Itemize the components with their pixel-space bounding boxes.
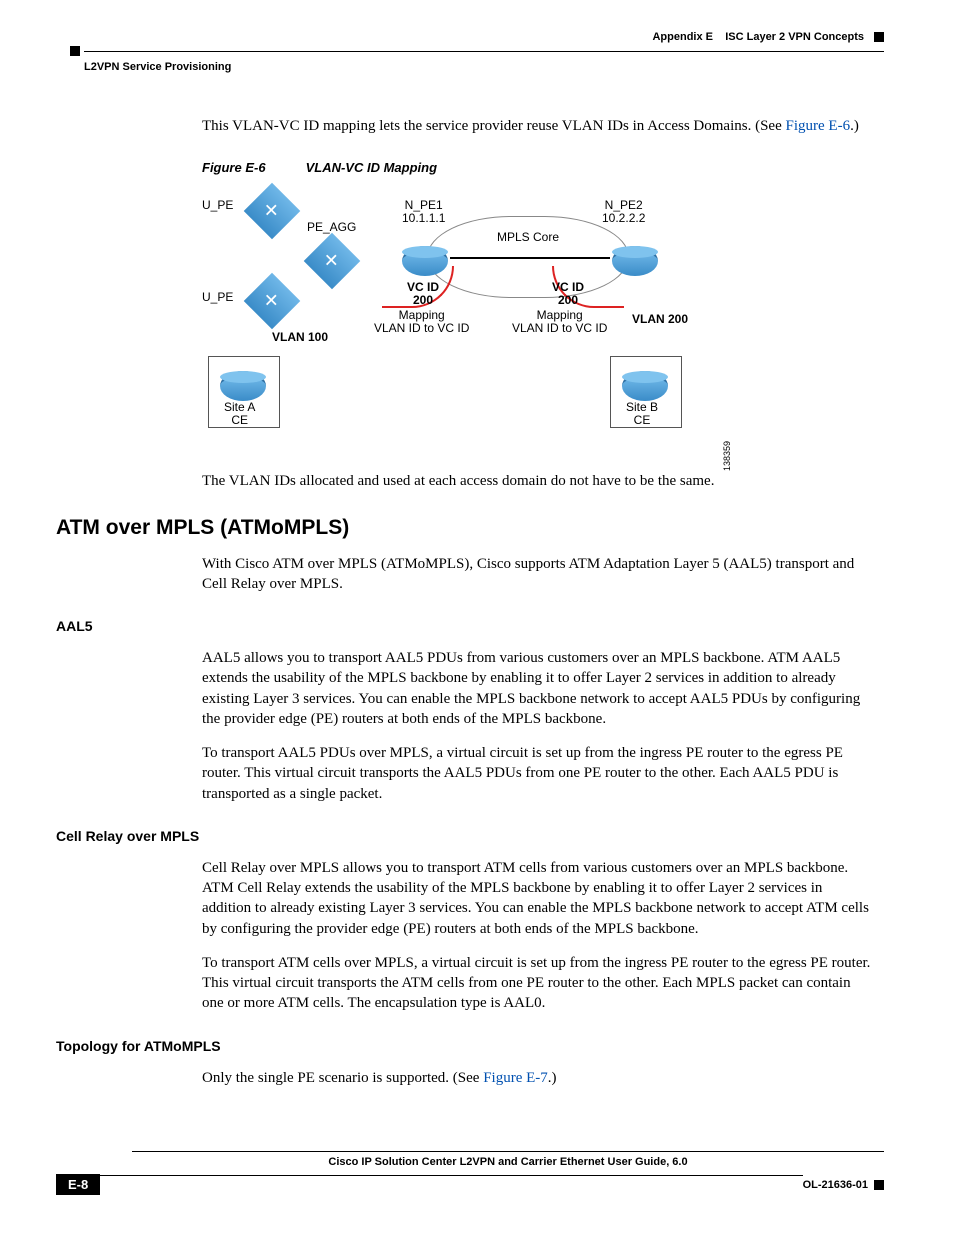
- appendix-title: ISC Layer 2 VPN Concepts: [725, 31, 864, 43]
- u-pe-label: U_PE: [202, 199, 233, 212]
- n-pe1-label: N_PE110.1.1.1: [402, 199, 445, 225]
- topology-text: Only the single PE scenario is supported…: [202, 1070, 483, 1086]
- mapping-label: MappingVLAN ID to VC ID: [512, 309, 607, 335]
- figure-id: 138359: [722, 441, 732, 471]
- figure-note: The VLAN IDs allocated and used at each …: [202, 471, 872, 491]
- switch-icon: ✕: [244, 273, 301, 330]
- footer-doc-id: OL-21636-01: [803, 1180, 884, 1190]
- aal5-p1: AAL5 allows you to transport AAL5 PDUs f…: [202, 648, 872, 729]
- core-arrow: [450, 257, 610, 259]
- switch-icon: ✕: [304, 233, 361, 290]
- atmompls-p1: With Cisco ATM over MPLS (ATMoMPLS), Cis…: [202, 554, 872, 595]
- vc-id-label: VC ID200: [552, 281, 584, 307]
- figure-e6-link[interactable]: Figure E-6: [786, 118, 851, 134]
- site-b-label: Site BCE: [626, 401, 658, 427]
- cellrelay-p1: Cell Relay over MPLS allows you to trans…: [202, 858, 872, 939]
- header-appendix: Appendix E ISC Layer 2 VPN Concepts: [652, 32, 884, 42]
- intro-text: This VLAN-VC ID mapping lets the service…: [202, 118, 786, 134]
- page-header: Appendix E ISC Layer 2 VPN Concepts: [0, 0, 954, 46]
- heading-topology: Topology for ATMoMPLS: [56, 1038, 872, 1054]
- cellrelay-p2: To transport ATM cells over MPLS, a virt…: [202, 953, 872, 1014]
- pe-agg-label: PE_AGG: [307, 221, 356, 234]
- heading-aal5: AAL5: [56, 618, 872, 634]
- site-a-label: Site ACE: [224, 401, 255, 427]
- page-footer: Cisco IP Solution Center L2VPN and Carri…: [0, 1151, 954, 1195]
- vlan-100-label: VLAN 100: [272, 331, 328, 344]
- figure-number: Figure E-6: [202, 160, 266, 175]
- figure-title: VLAN-VC ID Mapping: [306, 160, 437, 175]
- heading-cell-relay: Cell Relay over MPLS: [56, 828, 872, 844]
- header-section: L2VPN Service Provisioning: [70, 62, 231, 72]
- page-number-badge: E-8: [56, 1174, 100, 1195]
- figure-caption: Figure E-6 VLAN-VC ID Mapping: [202, 160, 872, 175]
- figure-e7-link[interactable]: Figure E-7: [483, 1070, 548, 1086]
- topology-p1: Only the single PE scenario is supported…: [202, 1068, 872, 1088]
- header-marker: [70, 46, 80, 56]
- footer-book-title: Cisco IP Solution Center L2VPN and Carri…: [132, 1156, 884, 1168]
- switch-icon: ✕: [244, 183, 301, 240]
- mapping-label: MappingVLAN ID to VC ID: [374, 309, 469, 335]
- figure-e6-diagram: MPLS Core ✕ ✕ ✕ U_PE U_PE PE_AGG N_PE110…: [202, 181, 722, 441]
- intro-paragraph: This VLAN-VC ID mapping lets the service…: [202, 116, 872, 136]
- vc-id-label: VC ID200: [407, 281, 439, 307]
- mpls-core-label: MPLS Core: [497, 231, 559, 244]
- intro-text-end: .): [850, 118, 859, 134]
- heading-atmompls: ATM over MPLS (ATMoMPLS): [56, 516, 872, 540]
- aal5-p2: To transport AAL5 PDUs over MPLS, a virt…: [202, 743, 872, 804]
- vlan-200-label: VLAN 200: [632, 313, 688, 326]
- u-pe-label: U_PE: [202, 291, 233, 304]
- n-pe2-label: N_PE210.2.2.2: [602, 199, 645, 225]
- appendix-num: Appendix E: [652, 31, 713, 43]
- topology-text-end: .): [548, 1070, 557, 1086]
- page-content: This VLAN-VC ID mapping lets the service…: [0, 76, 954, 1088]
